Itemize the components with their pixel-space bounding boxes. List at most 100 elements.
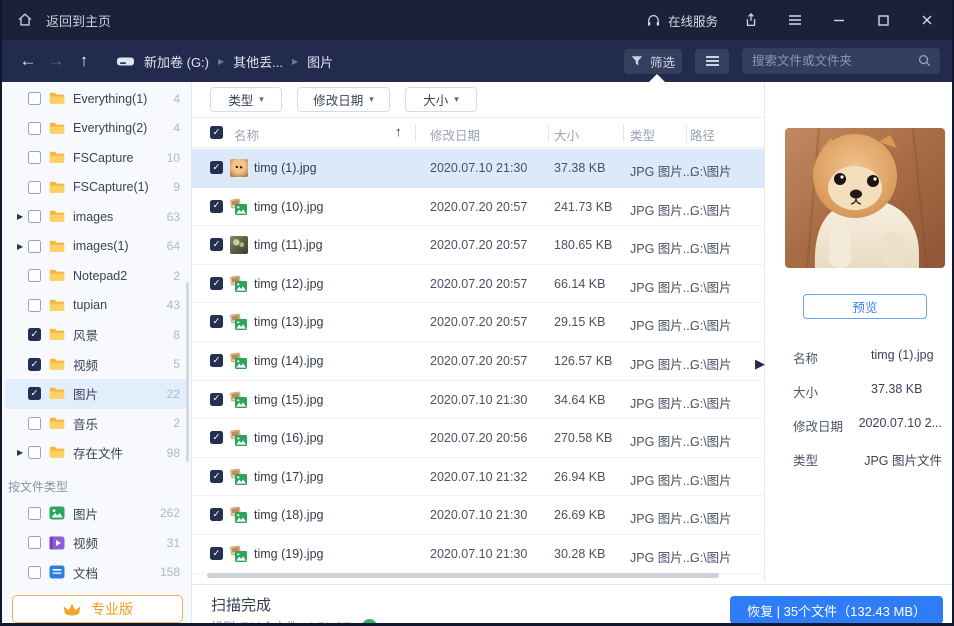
collapse-preview-icon[interactable]: ▶ <box>755 356 765 372</box>
expand-arrow-icon[interactable]: ▶ <box>17 242 28 251</box>
sidebar-folder-item[interactable]: ▶ 音乐 2 <box>5 409 188 439</box>
search-icon[interactable] <box>917 53 932 68</box>
breadcrumb-parent[interactable]: 其他丢... <box>233 52 283 71</box>
sidebar-folder-item[interactable]: ▶ images(1) 64 <box>5 232 188 262</box>
search-input[interactable] <box>742 48 940 74</box>
up-arrow-icon[interactable]: ↑ <box>70 51 98 71</box>
table-row[interactable]: timg (14).jpg 2020.07.20 20:57 126.57 KB… <box>192 342 764 381</box>
sidebar-scrollbar[interactable] <box>186 282 189 462</box>
file-type-checkbox[interactable] <box>28 507 41 520</box>
filter-button[interactable]: 筛选 <box>624 49 682 74</box>
table-row[interactable]: timg (17).jpg 2020.07.10 21:32 26.94 KB … <box>192 458 764 497</box>
date-filter-dropdown[interactable]: 修改日期▾ <box>297 87 390 112</box>
maximize-icon[interactable] <box>872 9 894 31</box>
sidebar-folder-item[interactable]: ▶ images 63 <box>5 202 188 232</box>
row-checkbox[interactable] <box>210 354 223 367</box>
row-checkbox[interactable] <box>210 238 223 251</box>
close-icon[interactable] <box>916 9 938 31</box>
table-row[interactable]: timg (13).jpg 2020.07.20 20:57 29.15 KB … <box>192 303 764 342</box>
folder-checkbox[interactable] <box>28 122 41 135</box>
preview-button[interactable]: 预览 <box>803 294 927 319</box>
breadcrumb: 新加卷 (G:) ▶ 其他丢... ▶ 图片 <box>116 52 333 71</box>
folder-tree: ▶ Everything(1) 4 ▶ Everything(2) 4 ▶ <box>2 84 191 468</box>
row-checkbox[interactable] <box>210 547 223 560</box>
sidebar-folder-item[interactable]: ▶ Everything(1) 4 <box>5 84 188 114</box>
row-checkbox[interactable] <box>210 508 223 521</box>
back-arrow-icon[interactable]: ← <box>14 51 42 71</box>
folder-checkbox[interactable] <box>28 269 41 282</box>
folder-checkbox[interactable] <box>28 417 41 430</box>
expand-arrow-icon[interactable]: ▶ <box>17 212 28 221</box>
column-header-name[interactable]: 名称 <box>234 125 259 144</box>
row-checkbox[interactable] <box>210 277 223 290</box>
forward-arrow-icon[interactable]: → <box>42 51 70 71</box>
folder-checkbox[interactable] <box>28 446 41 459</box>
folder-checkbox[interactable] <box>28 181 41 194</box>
table-row[interactable]: timg (1).jpg 2020.07.10 21:30 37.38 KB J… <box>192 149 764 188</box>
file-date: 2020.07.20 20:57 <box>430 200 527 214</box>
row-checkbox[interactable] <box>210 161 223 174</box>
row-checkbox[interactable] <box>210 200 223 213</box>
file-type: JPG 图片... <box>630 547 693 566</box>
row-checkbox[interactable] <box>210 393 223 406</box>
type-filter-dropdown[interactable]: 类型▾ <box>210 87 282 112</box>
sidebar-folder-item[interactable]: ▶ tupian 43 <box>5 291 188 321</box>
size-filter-dropdown[interactable]: 大小▾ <box>405 87 477 112</box>
folder-checkbox[interactable] <box>28 328 41 341</box>
folder-checkbox[interactable] <box>28 210 41 223</box>
breadcrumb-current[interactable]: 图片 <box>307 52 333 71</box>
folder-checkbox[interactable] <box>28 92 41 105</box>
back-to-home[interactable]: 返回到主页 <box>16 11 111 30</box>
file-name: timg (19).jpg <box>254 547 323 561</box>
table-row[interactable]: timg (11).jpg 2020.07.20 20:57 180.65 KB… <box>192 226 764 265</box>
share-icon[interactable] <box>740 9 762 31</box>
row-checkbox[interactable] <box>210 470 223 483</box>
sidebar-folder-item[interactable]: ▶ 图片 22 <box>5 379 188 409</box>
table-row[interactable]: timg (10).jpg 2020.07.20 20:57 241.73 KB… <box>192 188 764 227</box>
file-type-item[interactable]: 视频 31 <box>5 528 188 558</box>
folder-checkbox[interactable] <box>28 299 41 312</box>
row-checkbox[interactable] <box>210 315 223 328</box>
table-row[interactable]: timg (15).jpg 2020.07.10 21:30 34.64 KB … <box>192 381 764 420</box>
pro-version-button[interactable]: 专业版 <box>12 595 183 623</box>
table-header: 名称 ↑ 修改日期 大小 类型 路径 <box>192 118 764 148</box>
sort-ascending-icon[interactable]: ↑ <box>395 124 402 139</box>
file-size: 34.64 KB <box>554 393 605 407</box>
table-row[interactable]: timg (19).jpg 2020.07.10 21:30 30.28 KB … <box>192 535 764 574</box>
row-checkbox[interactable] <box>210 431 223 444</box>
sidebar-folder-item[interactable]: ▶ FSCapture 10 <box>5 143 188 173</box>
folder-checkbox[interactable] <box>28 358 41 371</box>
expand-arrow-icon[interactable]: ▶ <box>17 448 28 457</box>
folder-checkbox[interactable] <box>28 151 41 164</box>
column-header-size[interactable]: 大小 <box>554 125 579 144</box>
table-row[interactable]: timg (12).jpg 2020.07.20 20:57 66.14 KB … <box>192 265 764 304</box>
folder-checkbox[interactable] <box>28 387 41 400</box>
view-list-button[interactable] <box>695 49 729 74</box>
column-header-type[interactable]: 类型 <box>630 125 655 144</box>
sidebar-folder-item[interactable]: ▶ 视频 5 <box>5 350 188 380</box>
detail-label: 名称 <box>793 348 871 367</box>
sidebar-folder-item[interactable]: ▶ Everything(2) 4 <box>5 114 188 144</box>
column-header-date[interactable]: 修改日期 <box>430 125 480 144</box>
sidebar-folder-item[interactable]: ▶ FSCapture(1) 9 <box>5 173 188 203</box>
sidebar-folder-item[interactable]: ▶ 风景 8 <box>5 320 188 350</box>
file-type-icon <box>49 505 65 521</box>
horizontal-scrollbar[interactable] <box>207 573 719 578</box>
file-type-item[interactable]: 图片 262 <box>5 499 188 529</box>
file-size: 37.38 KB <box>554 161 605 175</box>
table-row[interactable]: timg (16).jpg 2020.07.20 20:56 270.58 KB… <box>192 419 764 458</box>
column-header-path[interactable]: 路径 <box>690 125 715 144</box>
menu-icon[interactable] <box>784 9 806 31</box>
recover-button[interactable]: 恢复 | 35个文件（132.43 MB） <box>730 596 943 624</box>
table-row[interactable]: timg (18).jpg 2020.07.10 21:30 26.69 KB … <box>192 496 764 535</box>
folder-checkbox[interactable] <box>28 240 41 253</box>
select-all-checkbox[interactable] <box>210 126 223 139</box>
minimize-icon[interactable] <box>828 9 850 31</box>
file-type-item[interactable]: 文档 158 <box>5 558 188 588</box>
file-type-checkbox[interactable] <box>28 566 41 579</box>
sidebar-folder-item[interactable]: ▶ 存在文件 98 <box>5 438 188 468</box>
sidebar-folder-item[interactable]: ▶ Notepad2 2 <box>5 261 188 291</box>
file-type-checkbox[interactable] <box>28 536 41 549</box>
online-service[interactable]: 在线服务 <box>646 11 718 30</box>
breadcrumb-drive[interactable]: 新加卷 (G:) <box>144 52 209 71</box>
